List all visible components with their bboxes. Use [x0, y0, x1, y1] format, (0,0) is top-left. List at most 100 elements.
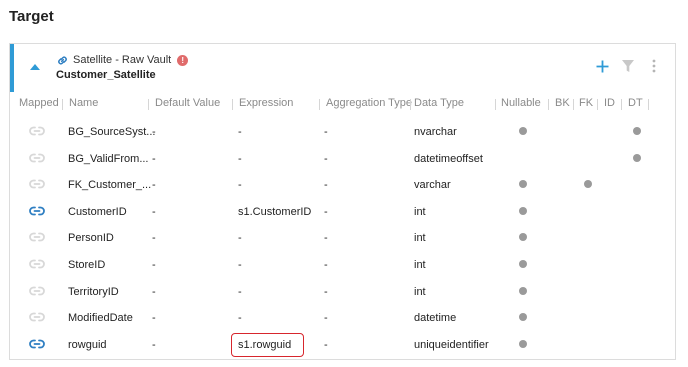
col-id[interactable]: ID: [604, 97, 615, 109]
cell-name: ModifiedDate: [68, 312, 133, 325]
col-fk[interactable]: FK: [579, 97, 593, 109]
cell-data-type: int: [414, 205, 426, 218]
target-panel: Satellite - Raw Vault ! Customer_Satelli…: [9, 43, 676, 360]
cell-data-type: int: [414, 232, 426, 245]
col-divider[interactable]: [548, 99, 549, 110]
nullable-indicator: [519, 286, 527, 295]
cell-name: CustomerID: [68, 205, 127, 218]
entity-name: Customer_Satellite: [56, 69, 156, 81]
cell-aggregation-type: -: [324, 205, 328, 218]
table-row[interactable]: ModifiedDate - - - datetime: [10, 304, 675, 331]
link-icon: [56, 53, 70, 67]
warning-icon[interactable]: !: [177, 54, 189, 66]
dt-indicator: [633, 153, 641, 162]
cell-name: StoreID: [68, 258, 106, 271]
cell-name: BG_ValidFrom...: [68, 152, 149, 165]
unlinked-icon[interactable]: [29, 125, 45, 137]
nullable-indicator: [519, 127, 527, 135]
cell-data-type: int: [414, 258, 426, 271]
col-divider[interactable]: [621, 99, 622, 110]
link-icon[interactable]: [29, 205, 45, 217]
attribute-table-body: BG_SourceSyst... - - - nvarchar BG_ValidFrom.…: [10, 118, 675, 357]
link-icon[interactable]: [29, 338, 45, 350]
cell-aggregation-type: -: [324, 258, 328, 271]
cell-expression[interactable]: -: [238, 153, 242, 165]
cell-default-value: -: [152, 152, 156, 165]
chevron-up-icon[interactable]: [28, 60, 42, 74]
column-header-row: Mapped Name Default Value Expression Agg…: [10, 96, 675, 114]
nullable-indicator: [519, 339, 527, 348]
nullable-indicator: [519, 259, 527, 268]
col-divider[interactable]: [648, 99, 649, 110]
cell-expression[interactable]: -: [238, 259, 242, 271]
col-default-value[interactable]: Default Value: [155, 97, 220, 109]
more-vertical-icon[interactable]: [647, 58, 661, 74]
panel-header: Satellite - Raw Vault ! Customer_Satelli…: [10, 44, 675, 92]
col-dt[interactable]: DT: [628, 97, 643, 109]
unlinked-icon[interactable]: [29, 285, 45, 297]
cell-data-type: nvarchar: [414, 126, 457, 138]
cell-data-type: uniqueidentifier: [414, 338, 489, 351]
table-row[interactable]: BG_SourceSyst... - - - nvarchar: [10, 118, 675, 145]
table-row[interactable]: FK_Customer_... - - - varchar: [10, 171, 675, 198]
cell-default-value: -: [152, 232, 156, 245]
page-title: Target: [9, 8, 54, 25]
col-divider[interactable]: [410, 99, 411, 110]
table-row[interactable]: BG_ValidFrom... - - - datetimeoffset: [10, 145, 675, 172]
cell-name: BG_SourceSyst...: [68, 126, 156, 138]
accent-bar: [10, 44, 14, 92]
nullable-indicator: [519, 233, 527, 242]
col-expression[interactable]: Expression: [239, 97, 293, 109]
unlinked-icon[interactable]: [29, 152, 45, 164]
cell-name: FK_Customer_...: [68, 179, 152, 192]
col-divider[interactable]: [232, 99, 233, 110]
cell-expression[interactable]: -: [238, 232, 242, 244]
cell-aggregation-type: -: [324, 312, 328, 325]
expression-highlight: [231, 332, 304, 357]
table-row[interactable]: TerritoryID - - - int: [10, 278, 675, 305]
cell-default-value: -: [152, 258, 156, 271]
table-row[interactable]: PersonID - - - int: [10, 224, 675, 251]
col-divider[interactable]: [148, 99, 149, 110]
cell-aggregation-type: -: [324, 232, 328, 245]
col-divider[interactable]: [597, 99, 598, 110]
entity-type-row: Satellite - Raw Vault !: [56, 52, 189, 68]
unlinked-icon[interactable]: [29, 258, 45, 270]
col-bk[interactable]: BK: [555, 97, 570, 109]
unlinked-icon[interactable]: [29, 231, 45, 243]
filter-icon[interactable]: [621, 58, 635, 74]
cell-data-type: int: [414, 285, 426, 298]
col-mapped[interactable]: Mapped: [19, 97, 59, 109]
col-divider[interactable]: [573, 99, 574, 110]
col-divider[interactable]: [62, 99, 63, 110]
fk-indicator: [584, 180, 592, 189]
nullable-indicator: [519, 206, 527, 215]
unlinked-icon[interactable]: [29, 311, 45, 323]
dt-indicator: [633, 127, 641, 135]
cell-aggregation-type: -: [324, 152, 328, 165]
table-row[interactable]: StoreID - - - int: [10, 251, 675, 278]
cell-expression[interactable]: -: [238, 179, 242, 191]
cell-expression[interactable]: s1.CustomerID: [238, 206, 311, 218]
nullable-indicator: [519, 180, 527, 189]
cell-default-value: -: [152, 179, 156, 192]
col-aggregation-type[interactable]: Aggregation Type: [326, 97, 412, 109]
table-row[interactable]: CustomerID - s1.CustomerID - int: [10, 198, 675, 225]
cell-name: TerritoryID: [68, 285, 119, 298]
col-nullable[interactable]: Nullable: [501, 97, 541, 109]
cell-default-value: -: [152, 205, 156, 218]
cell-expression[interactable]: -: [238, 312, 242, 324]
cell-aggregation-type: -: [324, 338, 328, 351]
cell-default-value: -: [152, 126, 156, 138]
table-row[interactable]: rowguid - s1.rowguid - uniqueidentifier: [10, 331, 675, 358]
col-divider[interactable]: [319, 99, 320, 110]
col-divider[interactable]: [495, 99, 496, 110]
cell-default-value: -: [152, 285, 156, 298]
col-name[interactable]: Name: [69, 97, 98, 109]
cell-expression[interactable]: -: [238, 286, 242, 298]
unlinked-icon[interactable]: [29, 178, 45, 190]
plus-icon[interactable]: [595, 58, 609, 74]
col-data-type[interactable]: Data Type: [414, 97, 464, 109]
cell-data-type: datetimeoffset: [414, 152, 483, 165]
cell-expression[interactable]: -: [238, 126, 242, 138]
